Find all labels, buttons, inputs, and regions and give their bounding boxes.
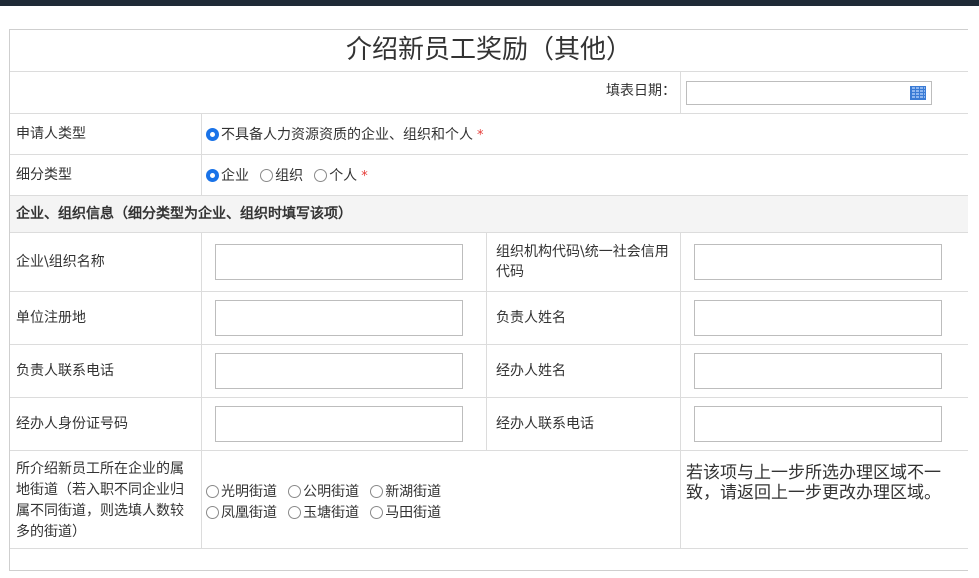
street-option-fenghuang: 凤凰街道	[221, 505, 277, 521]
radio-sub-type-individual[interactable]	[314, 169, 328, 182]
street-option-matian: 马田街道	[385, 505, 442, 521]
org-name-input[interactable]	[215, 244, 463, 280]
applicant-type-label: 申请人类型	[16, 126, 86, 142]
leader-phone-row: 负责人联系电话 经办人姓名	[10, 345, 968, 398]
radio-street-fenghuang[interactable]	[206, 506, 219, 519]
section-header: 企业、组织信息（细分类型为企业、组织时填写该项）	[16, 206, 352, 222]
leader-phone-label: 负责人联系电话	[16, 363, 114, 379]
sub-type-option-individual: 个人	[329, 168, 358, 184]
street-option-gongming: 公明街道	[303, 484, 360, 500]
sub-type-option-organization: 组织	[275, 168, 304, 184]
sub-type-row: 细分类型 企业 组织 个人 *	[10, 155, 968, 196]
org-row: 企业\组织名称 组织机构代码\统一社会信用代码	[10, 233, 968, 292]
agent-name-label: 经办人姓名	[496, 363, 566, 379]
radio-street-guangming[interactable]	[206, 485, 219, 498]
street-option-xinhu: 新湖街道	[385, 484, 442, 500]
leader-name-label: 负责人姓名	[496, 310, 566, 326]
street-row: 所介绍新员工所在企业的属地街道（若入职不同企业归属不同街道，则选填人数较多的街道…	[10, 451, 968, 549]
top-bar	[0, 0, 979, 6]
radio-applicant-type[interactable]	[206, 128, 219, 141]
sub-type-option-enterprise: 企业	[221, 168, 249, 184]
street-option-yutang: 玉塘街道	[303, 505, 360, 521]
street-note: 若该项与上一步所选办理区域不一致，请返回上一步更改办理区域。	[686, 463, 941, 503]
reg-place-input[interactable]	[215, 300, 463, 336]
date-row: 填表日期：	[10, 72, 968, 114]
date-label: 填表日期：	[606, 83, 676, 99]
applicant-type-options: 不具备人力资源资质的企业、组织和个人 *	[206, 114, 484, 154]
calendar-icon[interactable]	[910, 86, 926, 100]
radio-street-gongming[interactable]	[288, 485, 302, 498]
leader-phone-input[interactable]	[215, 353, 463, 389]
street-options-row-1: 光明街道 公明街道 新湖街道	[206, 481, 676, 502]
radio-street-matian[interactable]	[370, 506, 384, 519]
section-header-row: 企业、组织信息（细分类型为企业、组织时填写该项）	[10, 196, 968, 233]
form-title: 介绍新员工奖励（其他）	[10, 30, 968, 72]
street-label: 所介绍新员工所在企业的属地街道（若入职不同企业归属不同街道，则选填人数较多的街道…	[16, 461, 184, 540]
agent-name-input[interactable]	[694, 353, 942, 389]
date-input[interactable]	[686, 81, 932, 105]
org-name-label: 企业\组织名称	[16, 254, 105, 270]
radio-street-xinhu[interactable]	[370, 485, 384, 498]
reg-row: 单位注册地 负责人姓名	[10, 292, 968, 345]
radio-sub-type-organization[interactable]	[260, 169, 274, 182]
street-options-row-2: 凤凰街道 玉塘街道 马田街道	[206, 502, 676, 523]
street-option-guangming: 光明街道	[221, 484, 277, 500]
radio-street-yutang[interactable]	[288, 506, 302, 519]
sub-type-options: 企业 组织 个人 *	[206, 155, 368, 195]
applicant-type-option-label: 不具备人力资源资质的企业、组织和个人	[221, 127, 473, 143]
street-options: 光明街道 公明街道 新湖街道 凤凰街道 玉塘街道 马田街道	[206, 481, 676, 578]
agent-id-label: 经办人身份证号码	[16, 416, 128, 432]
leader-name-input[interactable]	[694, 300, 942, 336]
radio-sub-type-enterprise[interactable]	[206, 169, 219, 182]
applicant-type-row: 申请人类型 不具备人力资源资质的企业、组织和个人 *	[10, 114, 968, 155]
agent-phone-input[interactable]	[694, 406, 942, 442]
agent-phone-label: 经办人联系电话	[496, 416, 594, 432]
required-mark: *	[361, 169, 368, 184]
required-mark: *	[477, 128, 484, 143]
reg-place-label: 单位注册地	[16, 310, 86, 326]
agent-id-input[interactable]	[215, 406, 463, 442]
org-code-input[interactable]	[694, 244, 942, 280]
agent-id-row: 经办人身份证号码 经办人联系电话	[10, 398, 968, 451]
form-table: 介绍新员工奖励（其他） 填表日期： 申请人类型 不具备人力资源资质的企业、组织和…	[9, 29, 968, 571]
sub-type-label: 细分类型	[16, 167, 72, 183]
